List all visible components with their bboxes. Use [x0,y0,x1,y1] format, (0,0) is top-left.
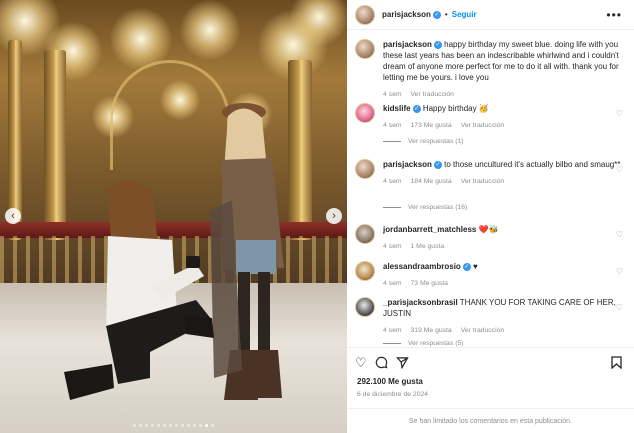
caption-translate-link[interactable]: Ver traducción [411,89,454,100]
verified-badge-icon: ✓ [462,262,471,271]
heart-icon[interactable]: ♡ [616,165,623,174]
comment-time[interactable]: 4 sem [383,120,402,131]
heart-icon[interactable]: ♡ [355,356,367,372]
comment-likes[interactable]: 1 Me gusta [411,241,445,252]
shoe-shape [184,316,214,338]
caption-username[interactable]: parisjackson [383,40,432,49]
carousel-dot [193,424,196,427]
bookmark-icon[interactable] [611,356,622,372]
carousel-dot [157,424,160,427]
verified-badge-icon: ✓ [433,40,442,49]
view-replies-button[interactable]: Ver respuestas (16) [383,204,467,211]
view-replies-label[interactable]: Ver respuestas (16) [408,204,467,211]
carousel-next-button[interactable]: › [326,208,342,224]
verified-badge-icon: ✓ [412,104,421,113]
comment-username[interactable]: alessandraambrosio [383,262,461,271]
comment-time[interactable]: 4 sem [383,278,402,289]
carousel-dot [151,424,154,427]
heart-icon[interactable]: ♡ [616,109,623,118]
comment-likes[interactable]: 173 Me gusta [411,120,452,131]
heart-icon[interactable]: ♡ [616,230,623,239]
couple-illustration [64,103,284,400]
avatar[interactable] [355,224,375,244]
avatar[interactable] [355,159,375,179]
comment-translate-link[interactable]: Ver traducción [461,325,504,336]
comment-username[interactable]: parisjackson [383,160,432,169]
heart-icon[interactable]: ♡ [616,267,623,276]
comment-item: alessandraambrosio ✓ ♥ 4 sem 73 Me gusta … [355,261,623,289]
carousel-dot [145,424,148,427]
reply-line [383,343,401,344]
post-caption: parisjackson ✓ happy birthday my sweet bl… [355,39,623,100]
likes-count[interactable]: 292.100 Me gusta [357,377,423,386]
shorts-shape [236,240,276,274]
verified-badge-icon: ✓ [432,10,441,19]
comment-translate-link[interactable]: Ver traducción [461,176,504,187]
reply-line [383,141,401,142]
carousel-prev-button[interactable]: ‹ [5,208,21,224]
comment-time[interactable]: 4 sem [383,176,402,187]
comment-translate-link[interactable]: Ver traducción [461,120,504,131]
comment-text: to those uncultured it's actually bilbo … [444,160,621,169]
comment-likes[interactable]: 184 Me gusta [411,176,452,187]
carousel-dot [199,424,202,427]
send-icon[interactable] [395,356,409,372]
comment-username[interactable]: _parisjacksonbrasil [383,298,458,307]
comment-likes[interactable]: 319 Me gusta [411,325,452,336]
heart-icon[interactable]: ♡ [616,303,623,312]
comment-text: ❤️🐝 [478,225,499,234]
comment-username[interactable]: jordanbarrett_matchless [383,225,476,234]
carousel-dot [175,424,178,427]
carousel-indicator [0,424,347,427]
comment-item: _parisjacksonbrasil THANK YOU FOR TAKING… [355,297,623,336]
author-username[interactable]: parisjackson [382,10,431,19]
carousel-dot [205,424,208,427]
post-photo[interactable]: ‹ › [0,0,347,433]
comment-item: parisjackson ✓ to those uncultured it's a… [355,159,623,187]
avatar[interactable] [355,4,375,25]
separator-dot: • [444,10,448,19]
post-side-panel: parisjackson ✓ • Seguir ••• parisjackson… [347,0,634,433]
post-header: parisjackson ✓ • Seguir ••• [347,0,634,30]
comment-time[interactable]: 4 sem [383,241,402,252]
comment-text: ♥ [473,262,478,271]
comment-icon[interactable] [375,356,388,372]
comment-item: jordanbarrett_matchless ❤️🐝 4 sem 1 Me g… [355,224,623,252]
carousel-dot [133,424,136,427]
view-replies-button[interactable]: Ver respuestas (5) [383,340,464,347]
ring-box-shape [186,256,200,268]
view-replies-label[interactable]: Ver respuestas (1) [408,138,464,145]
view-replies-button[interactable]: Ver respuestas (1) [383,138,464,145]
comment-text: Happy birthday 🥳 [422,104,489,113]
comments-list[interactable]: parisjackson ✓ happy birthday my sweet bl… [347,31,634,347]
reply-line [383,207,401,208]
comment-item: kidslife ✓ Happy birthday 🥳 4 sem 173 Me … [355,103,623,131]
post-date: 6 de diciembre de 2024 [357,391,429,398]
avatar[interactable] [355,261,375,281]
avatar[interactable] [355,103,375,123]
carousel-dot [211,424,214,427]
caption-time[interactable]: 4 sem [383,89,402,100]
carousel-dot [169,424,172,427]
view-replies-label[interactable]: Ver respuestas (5) [408,340,464,347]
carousel-dot [181,424,184,427]
carousel-dot [187,424,190,427]
more-horizontal-icon[interactable]: ••• [606,8,622,22]
carousel-dot [139,424,142,427]
comments-limited-notice: Se han limitado los comentarios en esta … [347,408,634,433]
avatar[interactable] [355,39,375,59]
verified-badge-icon: ✓ [433,160,442,169]
comment-likes[interactable]: 73 Me gusta [411,278,448,289]
post-actions: ♡ 292.100 Me gusta 6 de diciembre de 202… [347,347,634,433]
follow-button[interactable]: Seguir [452,10,477,19]
boot-shape [252,350,282,398]
carousel-dot [163,424,166,427]
comment-username[interactable]: kidslife [383,104,411,113]
shoe-shape [64,364,114,400]
avatar[interactable] [355,297,375,317]
comment-time[interactable]: 4 sem [383,325,402,336]
